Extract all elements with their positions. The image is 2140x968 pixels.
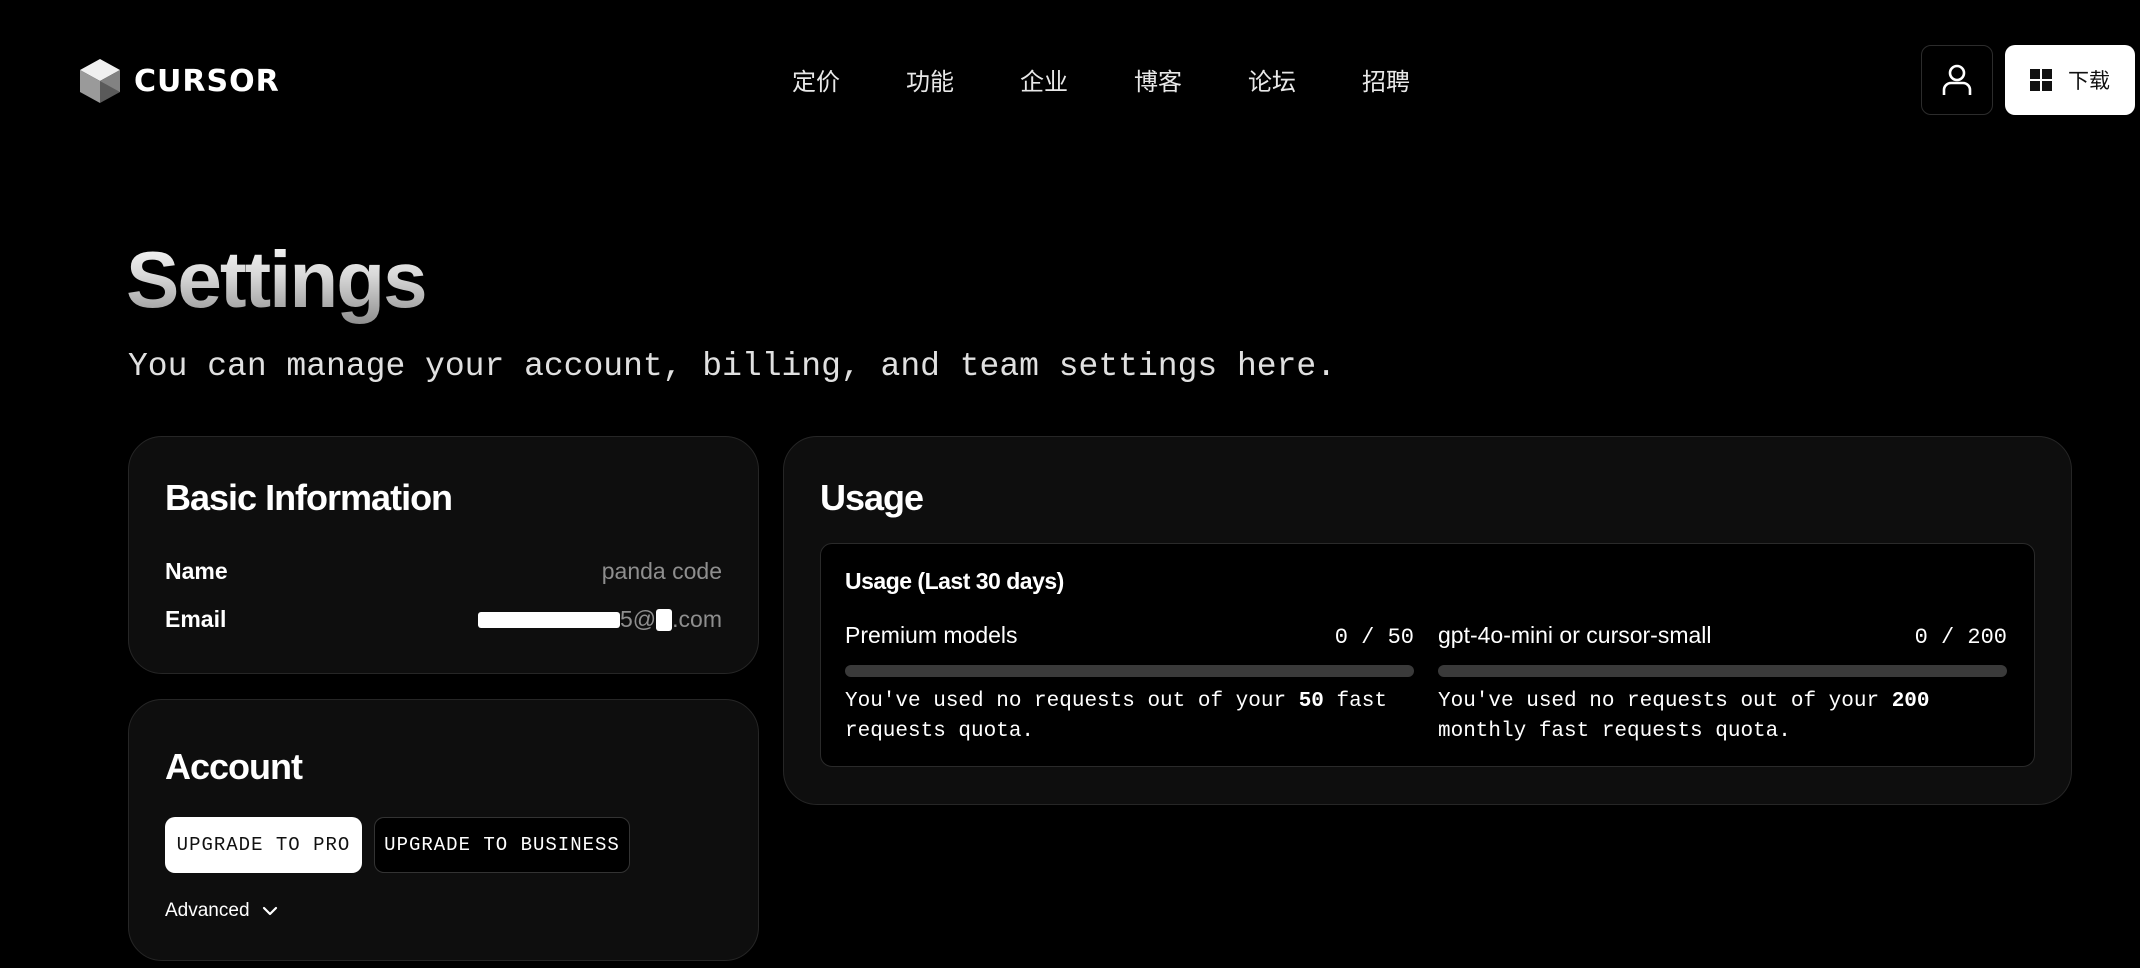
meter-count: 0 / 200 — [1914, 625, 2007, 650]
gpt-4o-mini-meter: gpt-4o-mini or cursor-small 0 / 200 You'… — [1438, 622, 2007, 747]
progress-bar — [845, 665, 1414, 677]
main-nav: 定价 功能 企业 博客 论坛 招聘 — [792, 62, 1476, 97]
email-row: Email 5@ .com — [165, 606, 722, 633]
meter-desc-text: You've used no requests out of your — [845, 690, 1299, 713]
email-value: 5@ .com — [478, 606, 722, 633]
advanced-toggle[interactable]: Advanced — [165, 900, 278, 922]
meter-desc-text: monthly fast requests quota. — [1438, 720, 1791, 743]
email-label: Email — [165, 606, 227, 632]
upgrade-to-business-button[interactable]: UPGRADE TO BUSINESS — [374, 817, 630, 873]
email-redaction — [478, 612, 621, 628]
cursor-cube-icon — [80, 59, 120, 103]
windows-icon — [2030, 69, 2052, 91]
meter-desc-quota: 50 — [1298, 690, 1324, 713]
advanced-label: Advanced — [165, 900, 250, 921]
usage-panel: Usage (Last 30 days) Premium models 0 / … — [820, 543, 2035, 767]
email-visible-part: 5@ — [620, 606, 657, 632]
nav-features[interactable]: 功能 — [906, 62, 1020, 97]
usage-card: Usage Usage (Last 30 days) Premium model… — [783, 436, 2072, 805]
meter-description: You've used no requests out of your 50 f… — [845, 687, 1414, 747]
name-row: Name panda code — [165, 558, 722, 585]
logo-text: CURSOR — [134, 63, 280, 99]
nav-careers[interactable]: 招聘 — [1362, 62, 1476, 97]
nav-forum[interactable]: 论坛 — [1248, 62, 1362, 97]
download-label: 下载 — [2068, 69, 2110, 93]
nav-pricing[interactable]: 定价 — [792, 62, 906, 97]
usage-title: Usage — [820, 477, 924, 518]
meter-desc-text: You've used no requests out of your — [1438, 690, 1892, 713]
progress-bar — [1438, 665, 2007, 677]
cursor-logo[interactable]: CURSOR — [78, 57, 280, 105]
nav-blog[interactable]: 博客 — [1134, 62, 1248, 97]
page-subtitle: You can manage your account, billing, an… — [128, 348, 1336, 385]
download-button[interactable]: 下载 — [2005, 45, 2135, 115]
account-title: Account — [165, 746, 303, 787]
basic-information-card: Basic Information Name panda code Email … — [128, 436, 759, 674]
nav-enterprise[interactable]: 企业 — [1020, 62, 1134, 97]
page-title: Settings — [126, 235, 428, 324]
account-button[interactable] — [1921, 45, 1993, 115]
account-card: Account UPGRADE TO PRO UPGRADE TO BUSINE… — [128, 699, 759, 961]
name-label: Name — [165, 558, 228, 584]
meter-description: You've used no requests out of your 200 … — [1438, 687, 2007, 747]
meter-count: 0 / 50 — [1334, 625, 1414, 650]
basic-information-title: Basic Information — [165, 477, 453, 518]
upgrade-to-pro-button[interactable]: UPGRADE TO PRO — [165, 817, 362, 873]
chevron-down-icon — [262, 906, 277, 916]
meter-desc-quota: 200 — [1891, 690, 1930, 713]
name-value: panda code — [601, 558, 722, 584]
meter-label: Premium models — [845, 622, 1018, 648]
premium-models-meter: Premium models 0 / 50 You've used no req… — [845, 622, 1414, 747]
email-redaction — [656, 609, 673, 631]
email-visible-part: .com — [672, 606, 722, 632]
usage-period-heading: Usage (Last 30 days) — [845, 568, 1064, 594]
meter-label: gpt-4o-mini or cursor-small — [1438, 622, 1712, 648]
user-icon — [1942, 64, 1972, 95]
